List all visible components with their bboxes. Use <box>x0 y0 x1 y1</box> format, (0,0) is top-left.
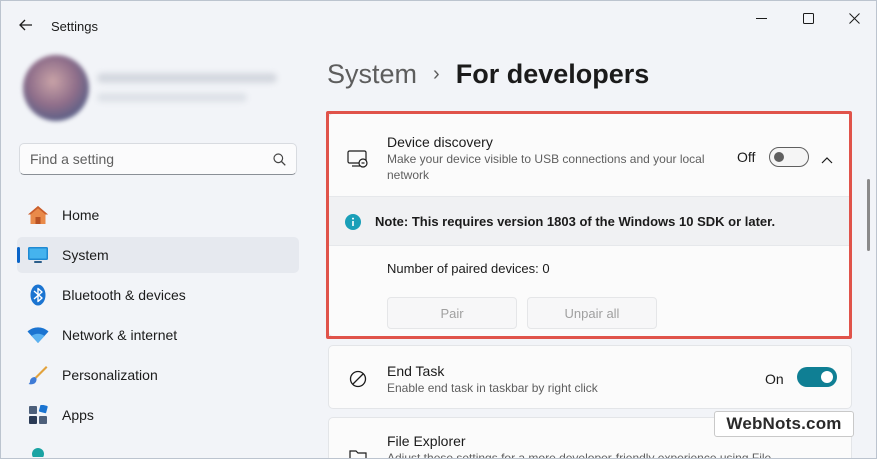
breadcrumb: System › For developers <box>327 59 649 90</box>
sidebar-item-label: Apps <box>62 407 94 423</box>
paired-devices-count: Number of paired devices: 0 <box>387 261 550 276</box>
back-arrow-icon <box>19 19 32 31</box>
sidebar-item-accounts-partial[interactable] <box>17 437 299 457</box>
toggle-knob <box>821 371 833 383</box>
pair-button[interactable]: Pair <box>387 297 517 329</box>
scrollbar-thumb[interactable] <box>867 179 870 251</box>
personalization-icon <box>27 364 49 386</box>
apps-icon <box>27 404 49 426</box>
sidebar-item-label: Bluetooth & devices <box>62 287 186 303</box>
sidebar-item-label: System <box>62 247 109 263</box>
end-task-title: End Task <box>387 363 445 379</box>
page-title: For developers <box>455 59 650 89</box>
sdk-note-text: Note: This requires version 1803 of the … <box>375 214 776 229</box>
sidebar-item-personalization[interactable]: Personalization <box>17 357 299 393</box>
close-button[interactable] <box>832 5 876 31</box>
settings-window: Settings Home System <box>0 0 877 459</box>
app-title: Settings <box>51 19 98 34</box>
user-profile[interactable] <box>9 53 299 129</box>
breadcrumb-parent[interactable]: System <box>327 59 417 90</box>
sidebar-item-system[interactable]: System <box>17 237 299 273</box>
device-discovery-icon <box>347 148 369 170</box>
device-discovery-toggle-label: Off <box>737 149 756 165</box>
sidebar-item-home[interactable]: Home <box>17 197 299 233</box>
device-discovery-title: Device discovery <box>387 134 493 150</box>
file-explorer-title: File Explorer <box>387 433 466 449</box>
device-discovery-description: Make your device visible to USB connecti… <box>387 152 705 182</box>
device-discovery-header[interactable]: Device discovery Make your device visibl… <box>329 114 851 196</box>
sdk-note-bar: Note: This requires version 1803 of the … <box>329 196 851 246</box>
device-discovery-card: Device discovery Make your device visibl… <box>328 113 852 337</box>
sidebar-item-label: Home <box>62 207 100 223</box>
file-explorer-description: Adjust these settings for a more develop… <box>387 451 772 459</box>
back-button[interactable] <box>15 13 37 37</box>
minimize-icon <box>755 17 767 19</box>
folder-icon <box>347 446 369 458</box>
toggle-knob <box>774 152 784 162</box>
search-icon <box>273 152 286 166</box>
profile-email-blurred <box>97 93 247 102</box>
avatar <box>23 55 89 121</box>
device-discovery-toggle[interactable] <box>769 147 809 167</box>
end-task-toggle-label: On <box>765 371 784 387</box>
prohibited-icon <box>347 368 369 390</box>
breadcrumb-separator: › <box>433 63 440 85</box>
sidebar-nav: Home System Bluetooth & devices Network … <box>17 197 299 458</box>
bluetooth-icon <box>27 284 49 306</box>
system-icon <box>27 244 49 266</box>
chevron-up-icon[interactable] <box>821 151 833 169</box>
unpair-all-button[interactable]: Unpair all <box>527 297 657 329</box>
maximize-icon <box>802 12 814 24</box>
title-bar: Settings <box>1 1 876 49</box>
end-task-toggle[interactable] <box>797 367 837 387</box>
sidebar-item-label: Personalization <box>62 367 158 383</box>
sidebar-item-label: Network & internet <box>62 327 178 343</box>
end-task-card[interactable]: End Task Enable end task in taskbar by r… <box>328 345 852 409</box>
profile-name-blurred <box>97 73 277 83</box>
home-icon <box>27 204 49 226</box>
network-icon <box>27 324 49 346</box>
info-icon <box>345 214 361 235</box>
accounts-icon <box>27 443 49 457</box>
end-task-description: Enable end task in taskbar by right clic… <box>387 381 598 395</box>
sidebar-item-bluetooth[interactable]: Bluetooth & devices <box>17 277 299 313</box>
search-input[interactable] <box>30 151 273 167</box>
search-box[interactable] <box>19 143 297 175</box>
sidebar-item-apps[interactable]: Apps <box>17 397 299 433</box>
close-icon <box>848 12 860 24</box>
maximize-button[interactable] <box>786 5 830 31</box>
webnots-watermark: WebNots.com <box>714 411 854 437</box>
sidebar-item-network[interactable]: Network & internet <box>17 317 299 353</box>
minimize-button[interactable] <box>739 5 783 31</box>
